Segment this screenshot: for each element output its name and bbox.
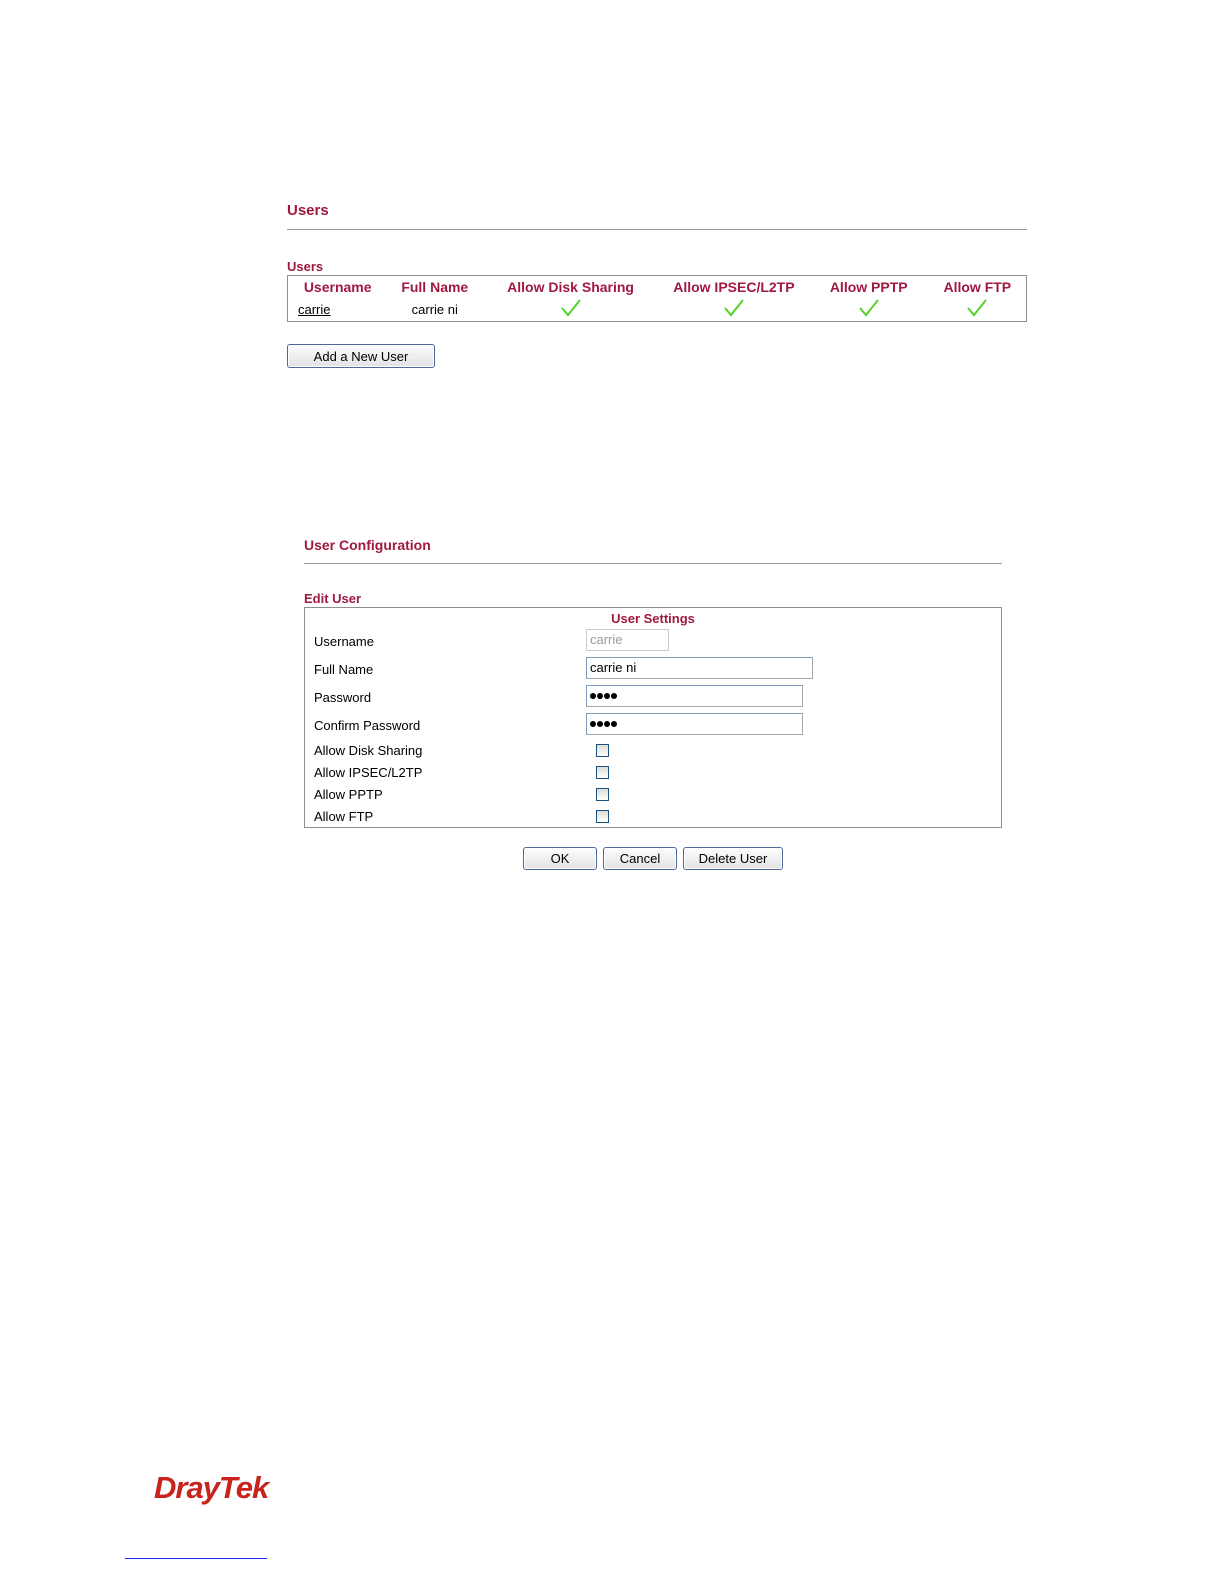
full-name-field[interactable]: carrie ni [586, 657, 813, 679]
allow-ftp-checkbox[interactable] [596, 810, 609, 823]
users-title: Users [287, 202, 329, 219]
checkmark-icon [560, 298, 581, 320]
checkmark-icon [967, 298, 988, 320]
table-row: carrie carrie ni [288, 297, 1027, 322]
confirm-password-label: Confirm Password [314, 718, 421, 733]
user-configuration-panel: User Configuration Edit User User Settin… [304, 537, 1002, 870]
users-panel: Users Users Username Full Name Allow Dis… [287, 202, 1027, 368]
username-field: carrie [586, 629, 669, 651]
allow-disk-sharing-label: Allow Disk Sharing [314, 743, 423, 758]
col-username: Username [303, 279, 372, 295]
password-mask-dot [611, 721, 617, 727]
password-label: Password [314, 690, 372, 705]
user-settings-box: User Settings Username carrie Full Name … [304, 607, 1002, 828]
allow-pptp-checkbox[interactable] [596, 788, 609, 801]
password-field[interactable] [586, 685, 803, 707]
user-settings-header: User Settings [611, 611, 695, 626]
user-link-carrie[interactable]: carrie [298, 302, 331, 317]
allow-pptp-label: Allow PPTP [314, 787, 383, 802]
edit-user-subtitle: Edit User [304, 591, 362, 606]
svg-text:DrayTek: DrayTek [154, 1470, 271, 1505]
config-title: User Configuration [304, 537, 431, 553]
checkmark-icon [724, 298, 744, 320]
delete-user-button[interactable]: Delete User [683, 847, 783, 870]
users-title-divider [287, 229, 1027, 230]
ok-button[interactable]: OK [523, 847, 597, 870]
password-mask-dot [590, 721, 596, 727]
col-allow-disk-sharing: Allow Disk Sharing [507, 279, 634, 295]
allow-ftp-label: Allow FTP [314, 809, 374, 824]
allow-ipsec-l2tp-checkbox[interactable] [596, 766, 609, 779]
col-allow-ftp: Allow FTP [943, 279, 1012, 295]
col-full-name: Full Name [401, 279, 469, 295]
config-title-divider [304, 563, 1002, 564]
full-name-label: Full Name [314, 662, 374, 677]
col-allow-ipsec-l2tp: Allow IPSEC/L2TP [673, 279, 795, 295]
password-mask-dot [597, 693, 603, 699]
password-mask-dot [604, 721, 610, 727]
users-table: Username Full Name Allow Disk Sharing Al… [287, 275, 1027, 322]
allow-ipsec-l2tp-label: Allow IPSEC/L2TP [314, 765, 423, 780]
draytek-logo: DrayTek [154, 1468, 294, 1513]
users-table-header: Username Full Name Allow Disk Sharing Al… [288, 276, 1027, 298]
users-subtitle: Users [287, 259, 324, 274]
add-new-user-button[interactable]: Add a New User [287, 344, 435, 368]
password-mask-dot [611, 693, 617, 699]
username-label: Username [314, 634, 374, 649]
user-full-name: carrie ni [411, 301, 458, 317]
allow-disk-sharing-checkbox[interactable] [596, 744, 609, 757]
footer-divider [125, 1558, 267, 1559]
cancel-button[interactable]: Cancel [603, 847, 677, 870]
password-mask-dot [604, 693, 610, 699]
confirm-password-field[interactable] [586, 713, 803, 735]
col-allow-pptp: Allow PPTP [829, 279, 908, 295]
checkmark-icon [858, 298, 879, 320]
password-mask-dot [597, 721, 603, 727]
password-mask-dot [590, 693, 596, 699]
